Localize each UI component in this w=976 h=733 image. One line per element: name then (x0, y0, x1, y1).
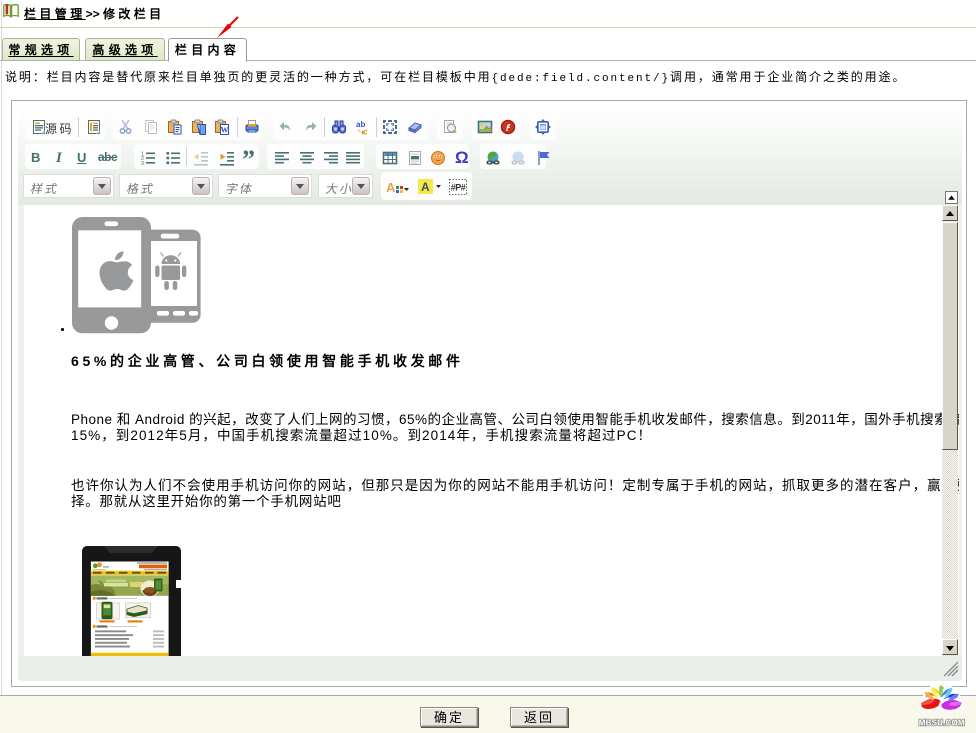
svg-text:c: c (363, 128, 368, 136)
svg-text:#P#: #P# (451, 183, 466, 193)
svg-text:W: W (221, 126, 229, 135)
svg-text:A: A (421, 180, 430, 194)
svg-text:A: A (386, 180, 396, 195)
svg-text:3: 3 (141, 161, 144, 166)
svg-text:MBSU.COM: MBSU.COM (919, 719, 965, 728)
